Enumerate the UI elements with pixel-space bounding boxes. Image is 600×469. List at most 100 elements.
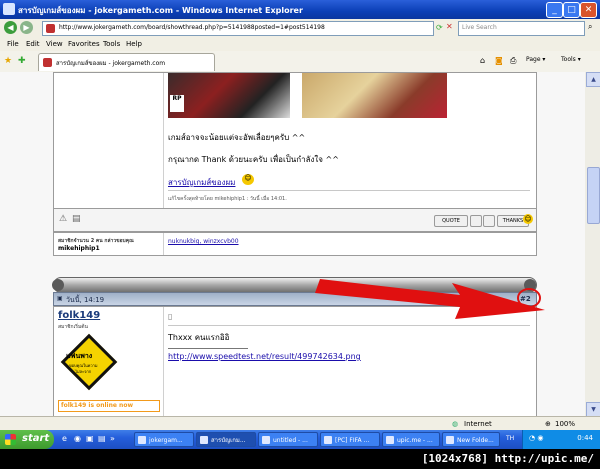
- post-1-edit-note: แก้ไขครั้งสุดท้ายโดย mikehiphip1 : วันนี…: [168, 196, 287, 202]
- window-title-bar[interactable]: สารบัญเกมส์ของผม - jokergameth.com - Win…: [0, 0, 600, 19]
- tab-row: ★ ✚ สารบัญเกมส์ของผม - jokergameth.com ⌂…: [0, 51, 600, 73]
- red-arrow-shape: [315, 279, 545, 319]
- feeds-icon[interactable]: ◙: [495, 56, 503, 65]
- windows-logo-icon: [5, 434, 16, 445]
- favorites-star-icon[interactable]: ★: [4, 56, 12, 66]
- zoom-level[interactable]: 100%: [555, 420, 575, 428]
- start-button[interactable]: start: [0, 430, 54, 449]
- stop-icon[interactable]: ✕: [446, 22, 453, 31]
- window-title: สารบัญเกมส์ของผม - jokergameth.com - Win…: [18, 6, 303, 15]
- post-1-line2: กรุณากด Thank ด้วยนะครับ เพื่อเป็นกำลังใ…: [168, 155, 339, 164]
- red-circle-mark: [517, 288, 541, 308]
- thanks-info: สมาชิกจำนวน 2 คน กล่าวขอบคุณ: [58, 238, 134, 244]
- quicklaunch-explorer-icon[interactable]: ▤: [98, 434, 106, 443]
- back-icon[interactable]: ◀: [4, 21, 17, 34]
- post-1-divider: [168, 190, 530, 191]
- task-new-folder[interactable]: New Folde...: [442, 432, 500, 447]
- page-menu-button[interactable]: Page ▾: [526, 56, 545, 63]
- task-folder-icon: [446, 436, 454, 444]
- report-icon[interactable]: ⚠: [59, 214, 67, 224]
- task-label: upic.me - ...: [397, 437, 433, 444]
- quicklaunch-media-icon[interactable]: ◉: [74, 434, 81, 443]
- maximize-button[interactable]: □: [563, 2, 580, 18]
- page-viewport: RP เกมส์อาจจะน้อยแต่จะอัพเลื่อยๆครับ ^^ …: [0, 72, 585, 416]
- online-status: folk149 is online now: [61, 402, 133, 409]
- minimize-button[interactable]: _: [546, 2, 563, 18]
- zoom-icon: ⊕: [545, 420, 551, 428]
- task-upic[interactable]: upic.me - ...: [382, 432, 440, 447]
- post-2-link[interactable]: http://www.speedtest.net/result/49974263…: [168, 352, 361, 361]
- task-label: [PC] FIFA ...: [335, 437, 370, 444]
- menu-file[interactable]: File: [7, 40, 19, 48]
- avatar[interactable]: แฟนพาง ขอบคุณในความ ไม่ละจาก: [60, 333, 118, 391]
- task-untitled[interactable]: untitled - ...: [258, 432, 318, 447]
- ie-app-icon: [3, 3, 15, 15]
- task-label: New Folde...: [457, 437, 494, 444]
- avatar-text-3: ไม่ละจาก: [75, 369, 92, 374]
- scroll-thumb[interactable]: [587, 167, 600, 224]
- site-favicon: [46, 24, 55, 33]
- quicklaunch-ie-icon[interactable]: e: [62, 434, 67, 443]
- vertical-scrollbar[interactable]: ▲ ▼: [585, 72, 600, 417]
- ip-icon[interactable]: ▤: [72, 214, 81, 224]
- thanks-row: สมาชิกจำนวน 2 คน กล่าวขอบคุณ mikehiphip1…: [53, 232, 537, 256]
- tray-icons[interactable]: ◔ ◉: [529, 434, 543, 442]
- search-icon[interactable]: ⌕: [588, 22, 592, 32]
- task-sarabun[interactable]: สารบัญเกม...: [196, 432, 256, 447]
- taskbar: start e ◉ ▣ ▤ » jokergam... สารบัญเกม...…: [0, 430, 600, 449]
- menu-favorites[interactable]: Favorites: [68, 40, 100, 48]
- post-2-username[interactable]: folk149: [58, 310, 100, 321]
- thanks-user[interactable]: mikehiphip1: [58, 245, 100, 252]
- system-tray: ◔ ◉ 0:44: [522, 430, 600, 449]
- menu-edit[interactable]: Edit: [26, 40, 40, 48]
- post-1-link[interactable]: สารบัญเกมส์ของผม: [168, 176, 235, 189]
- quick-reply-button[interactable]: [483, 215, 495, 227]
- post-2-text: Thxxx คนแรกอิอิ: [168, 333, 230, 342]
- start-label: start: [22, 433, 50, 444]
- menu-view[interactable]: View: [46, 40, 63, 48]
- task-fifa[interactable]: [PC] FIFA ...: [320, 432, 380, 447]
- language-indicator[interactable]: TH: [506, 435, 514, 442]
- post-2-userinfo: folk149 สมาชิกเริ่มต้น แฟนพาง ขอบคุณในคว…: [54, 307, 164, 416]
- add-favorite-icon[interactable]: ✚: [18, 56, 26, 66]
- smiley-icon: ☺: [242, 174, 254, 185]
- forward-icon[interactable]: ▶: [20, 21, 33, 34]
- home-icon[interactable]: ⌂: [480, 56, 485, 65]
- refresh-icon[interactable]: ⟳: [436, 23, 443, 32]
- online-status-box: folk149 is online now: [58, 400, 160, 412]
- game-image-2: [302, 73, 447, 118]
- address-bar[interactable]: http://www.jokergameth.com/board/showthr…: [42, 21, 434, 36]
- quote-button[interactable]: QUOTE: [434, 215, 468, 227]
- search-input[interactable]: Live Search: [458, 21, 585, 36]
- multiquote-button[interactable]: [470, 215, 482, 227]
- menu-tools[interactable]: Tools: [103, 40, 120, 48]
- post-1-userinfo: [54, 73, 164, 209]
- clock[interactable]: 0:44: [577, 434, 593, 442]
- post-2-short-divider: [168, 348, 248, 349]
- task-ie-icon: [324, 436, 332, 444]
- quicklaunch-desktop-icon[interactable]: ▣: [86, 434, 94, 443]
- task-label: jokergam...: [149, 437, 183, 444]
- thanks-smiley-icon: ☺: [523, 214, 533, 224]
- print-icon[interactable]: ⎙: [510, 56, 516, 66]
- close-window-button[interactable]: ✕: [580, 2, 597, 18]
- task-ie-icon: [138, 436, 146, 444]
- globe-icon: ◍: [452, 420, 459, 428]
- task-jokergameth[interactable]: jokergam...: [134, 432, 194, 447]
- scroll-down-icon[interactable]: ▼: [586, 402, 600, 417]
- watermark-text: [1024x768] http://upic.me/: [421, 452, 594, 465]
- thanked-users[interactable]: nuknukbig, winzxcvb00: [168, 238, 239, 245]
- post-2-date: วันนี้, 14:19: [66, 296, 105, 304]
- scroll-up-icon[interactable]: ▲: [586, 72, 600, 87]
- post-2-rank: สมาชิกเริ่มต้น: [58, 324, 88, 330]
- address-url: http://www.jokergameth.com/board/showthr…: [59, 24, 325, 31]
- security-zone: Internet: [464, 420, 492, 428]
- tools-menu-button[interactable]: Tools ▾: [561, 56, 581, 63]
- task-paint-icon: [262, 436, 270, 444]
- tab-current[interactable]: สารบัญเกมส์ของผม - jokergameth.com: [38, 53, 215, 71]
- task-ie-icon: [386, 436, 394, 444]
- rating-rp-icon: RP: [170, 95, 184, 112]
- menu-help[interactable]: Help: [126, 40, 142, 48]
- quicklaunch-more-icon[interactable]: »: [110, 434, 115, 443]
- task-label: untitled - ...: [273, 437, 308, 444]
